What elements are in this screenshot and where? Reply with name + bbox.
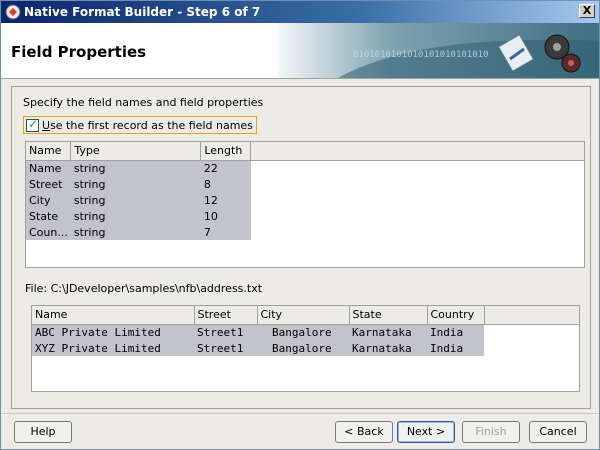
field-length-cell[interactable]: 12	[200, 192, 251, 208]
window-title: Native Format Builder - Step 6 of 7	[24, 5, 261, 19]
table-row[interactable]: City string 12	[26, 192, 251, 208]
field-name-cell[interactable]: Name	[26, 160, 71, 176]
preview-cell[interactable]: Karnataka	[349, 324, 427, 340]
field-name-cell[interactable]: City	[26, 192, 71, 208]
table-row[interactable]: XYZ Private Limited Street1 Bangalore Ka…	[32, 340, 484, 356]
use-first-record-option[interactable]: ✓ Use the first record as the field name…	[23, 116, 257, 134]
back-button[interactable]: < Back	[335, 421, 393, 443]
column-header-country[interactable]: Country	[427, 306, 485, 325]
field-name-cell[interactable]: Coun...	[26, 224, 71, 240]
close-button[interactable]: X	[579, 4, 595, 18]
table-row[interactable]: Street string 8	[26, 176, 251, 192]
preview-cell[interactable]: Street1	[194, 340, 257, 356]
field-type-cell[interactable]: string	[70, 224, 201, 240]
preview-cell[interactable]: Karnataka	[349, 340, 427, 356]
column-header-street[interactable]: Street	[194, 306, 258, 325]
field-length-cell[interactable]: 22	[200, 160, 251, 176]
field-type-cell[interactable]: string	[70, 208, 201, 224]
field-name-cell[interactable]: Street	[26, 176, 71, 192]
banner-image: 0101010101010101010101010	[278, 23, 599, 78]
preview-cell[interactable]: India	[427, 340, 484, 356]
finish-button: Finish	[462, 421, 520, 443]
preview-cell[interactable]: Bangalore	[257, 324, 349, 340]
use-first-record-label[interactable]: Use the first record as the field names	[42, 119, 253, 132]
column-header-length[interactable]: Length	[200, 142, 252, 161]
field-properties-panel: Specify the field names and field proper…	[11, 86, 591, 409]
field-length-cell[interactable]: 10	[200, 208, 251, 224]
data-preview-table[interactable]: Name Street City State Country ABC Priva…	[31, 305, 580, 392]
field-type-cell[interactable]: string	[70, 176, 201, 192]
table-row[interactable]: Coun... string 7	[26, 224, 251, 240]
cancel-button[interactable]: Cancel	[529, 421, 587, 443]
column-header-name[interactable]: Name	[26, 142, 72, 161]
field-type-cell[interactable]: string	[70, 160, 201, 176]
preview-cell[interactable]: XYZ Private Limited	[32, 340, 194, 356]
next-button[interactable]: Next >	[397, 421, 455, 443]
field-name-cell[interactable]: State	[26, 208, 71, 224]
column-header-type[interactable]: Type	[70, 142, 202, 161]
preview-cell[interactable]: India	[427, 324, 484, 340]
preview-cell[interactable]: Bangalore	[257, 340, 349, 356]
title-bar[interactable]: Native Format Builder - Step 6 of 7 X	[1, 1, 599, 23]
wizard-header: Field Properties 01010101010101010101010…	[1, 23, 599, 79]
field-length-cell[interactable]: 8	[200, 176, 251, 192]
wizard-window: Native Format Builder - Step 6 of 7 X Fi…	[0, 0, 600, 450]
check-icon: ✓	[28, 116, 39, 131]
fields-table[interactable]: Name Type Length Name string 22 Street s…	[25, 141, 585, 268]
column-header-state[interactable]: State	[349, 306, 428, 325]
column-header-name[interactable]: Name	[32, 306, 195, 325]
table-row[interactable]: State string 10	[26, 208, 251, 224]
table-row[interactable]: ABC Private Limited Street1 Bangalore Ka…	[32, 324, 484, 340]
preview-cell[interactable]: Street1	[194, 324, 257, 340]
table-row[interactable]: Name string 22	[26, 160, 251, 176]
help-button[interactable]: Help	[14, 421, 72, 443]
page-title: Field Properties	[11, 43, 147, 61]
app-icon	[5, 4, 21, 20]
footer-divider	[1, 413, 599, 414]
field-length-cell[interactable]: 7	[200, 224, 251, 240]
field-type-cell[interactable]: string	[70, 192, 201, 208]
instruction-text: Specify the field names and field proper…	[23, 96, 264, 109]
banner-binary-text: 0101010101010101010101010	[353, 50, 488, 60]
file-path-label: File: C:\JDeveloper\samples\nfb\address.…	[25, 282, 263, 295]
use-first-record-checkbox[interactable]: ✓	[26, 116, 39, 132]
column-header-city[interactable]: City	[257, 306, 350, 325]
preview-cell[interactable]: ABC Private Limited	[32, 324, 194, 340]
